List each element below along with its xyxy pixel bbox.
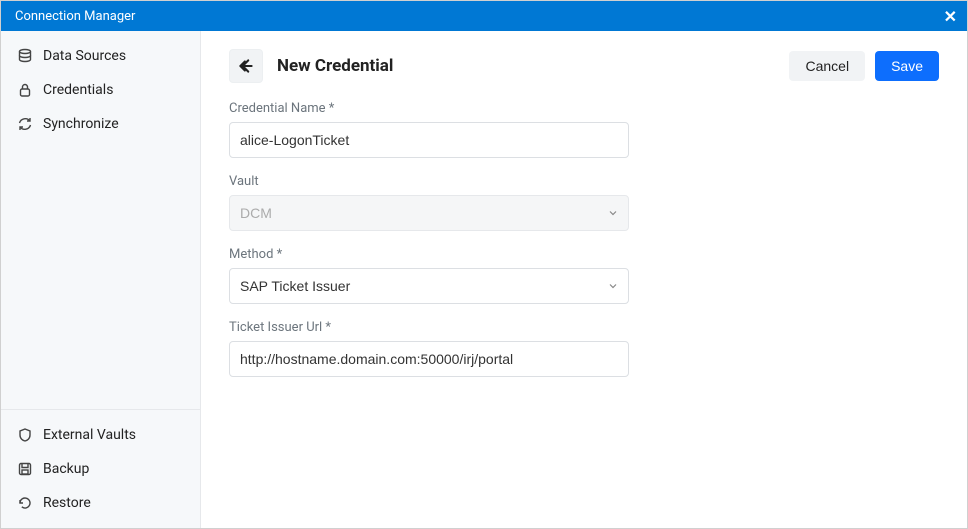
sidebar: Data Sources Credentials Synchronize (1, 31, 201, 528)
sidebar-item-label: Synchronize (43, 116, 119, 132)
field-method: Method * SAP Ticket Issuer (229, 247, 629, 304)
database-icon (17, 48, 33, 64)
sidebar-top: Data Sources Credentials Synchronize (1, 31, 200, 149)
ticket-url-input[interactable] (229, 341, 629, 377)
ticket-url-label: Ticket Issuer Url * (229, 320, 629, 335)
header-left: New Credential (229, 49, 393, 83)
back-button[interactable] (229, 49, 263, 83)
shield-icon (17, 427, 33, 443)
sidebar-bottom: External Vaults Backup Restore (1, 409, 200, 528)
page-title: New Credential (277, 56, 393, 76)
window: Connection Manager ✕ Data Sources Creden… (0, 0, 968, 529)
sidebar-item-backup[interactable]: Backup (1, 452, 200, 486)
sidebar-item-label: Restore (43, 495, 91, 511)
sidebar-item-label: Credentials (43, 82, 113, 98)
method-label: Method * (229, 247, 629, 262)
form: Credential Name * Vault DCM (229, 101, 629, 393)
arrow-left-icon (237, 57, 255, 75)
vault-select-wrap: DCM (229, 195, 629, 231)
sidebar-item-data-sources[interactable]: Data Sources (1, 39, 200, 73)
vault-label: Vault (229, 174, 629, 189)
sidebar-item-external-vaults[interactable]: External Vaults (1, 418, 200, 452)
field-credential-name: Credential Name * (229, 101, 629, 158)
titlebar: Connection Manager ✕ (1, 1, 967, 31)
sidebar-item-label: External Vaults (43, 427, 136, 443)
save-button[interactable]: Save (875, 51, 939, 81)
credential-name-input[interactable] (229, 122, 629, 158)
sidebar-item-synchronize[interactable]: Synchronize (1, 107, 200, 141)
restore-icon (17, 495, 33, 511)
sidebar-item-restore[interactable]: Restore (1, 486, 200, 520)
close-icon[interactable]: ✕ (944, 7, 957, 26)
sidebar-item-label: Data Sources (43, 48, 126, 64)
window-title: Connection Manager (15, 9, 135, 24)
field-vault: Vault DCM (229, 174, 629, 231)
sync-icon (17, 116, 33, 132)
main: New Credential Cancel Save Credential Na… (201, 31, 967, 528)
body: Data Sources Credentials Synchronize (1, 31, 967, 528)
field-ticket-url: Ticket Issuer Url * (229, 320, 629, 377)
lock-icon (17, 82, 33, 98)
method-select[interactable]: SAP Ticket Issuer (229, 268, 629, 304)
header-row: New Credential Cancel Save (229, 49, 939, 83)
vault-select: DCM (229, 195, 629, 231)
sidebar-item-label: Backup (43, 461, 89, 477)
credential-name-label: Credential Name * (229, 101, 629, 116)
header-right: Cancel Save (789, 51, 939, 81)
cancel-button[interactable]: Cancel (789, 51, 865, 81)
method-select-wrap: SAP Ticket Issuer (229, 268, 629, 304)
sidebar-item-credentials[interactable]: Credentials (1, 73, 200, 107)
save-icon (17, 461, 33, 477)
